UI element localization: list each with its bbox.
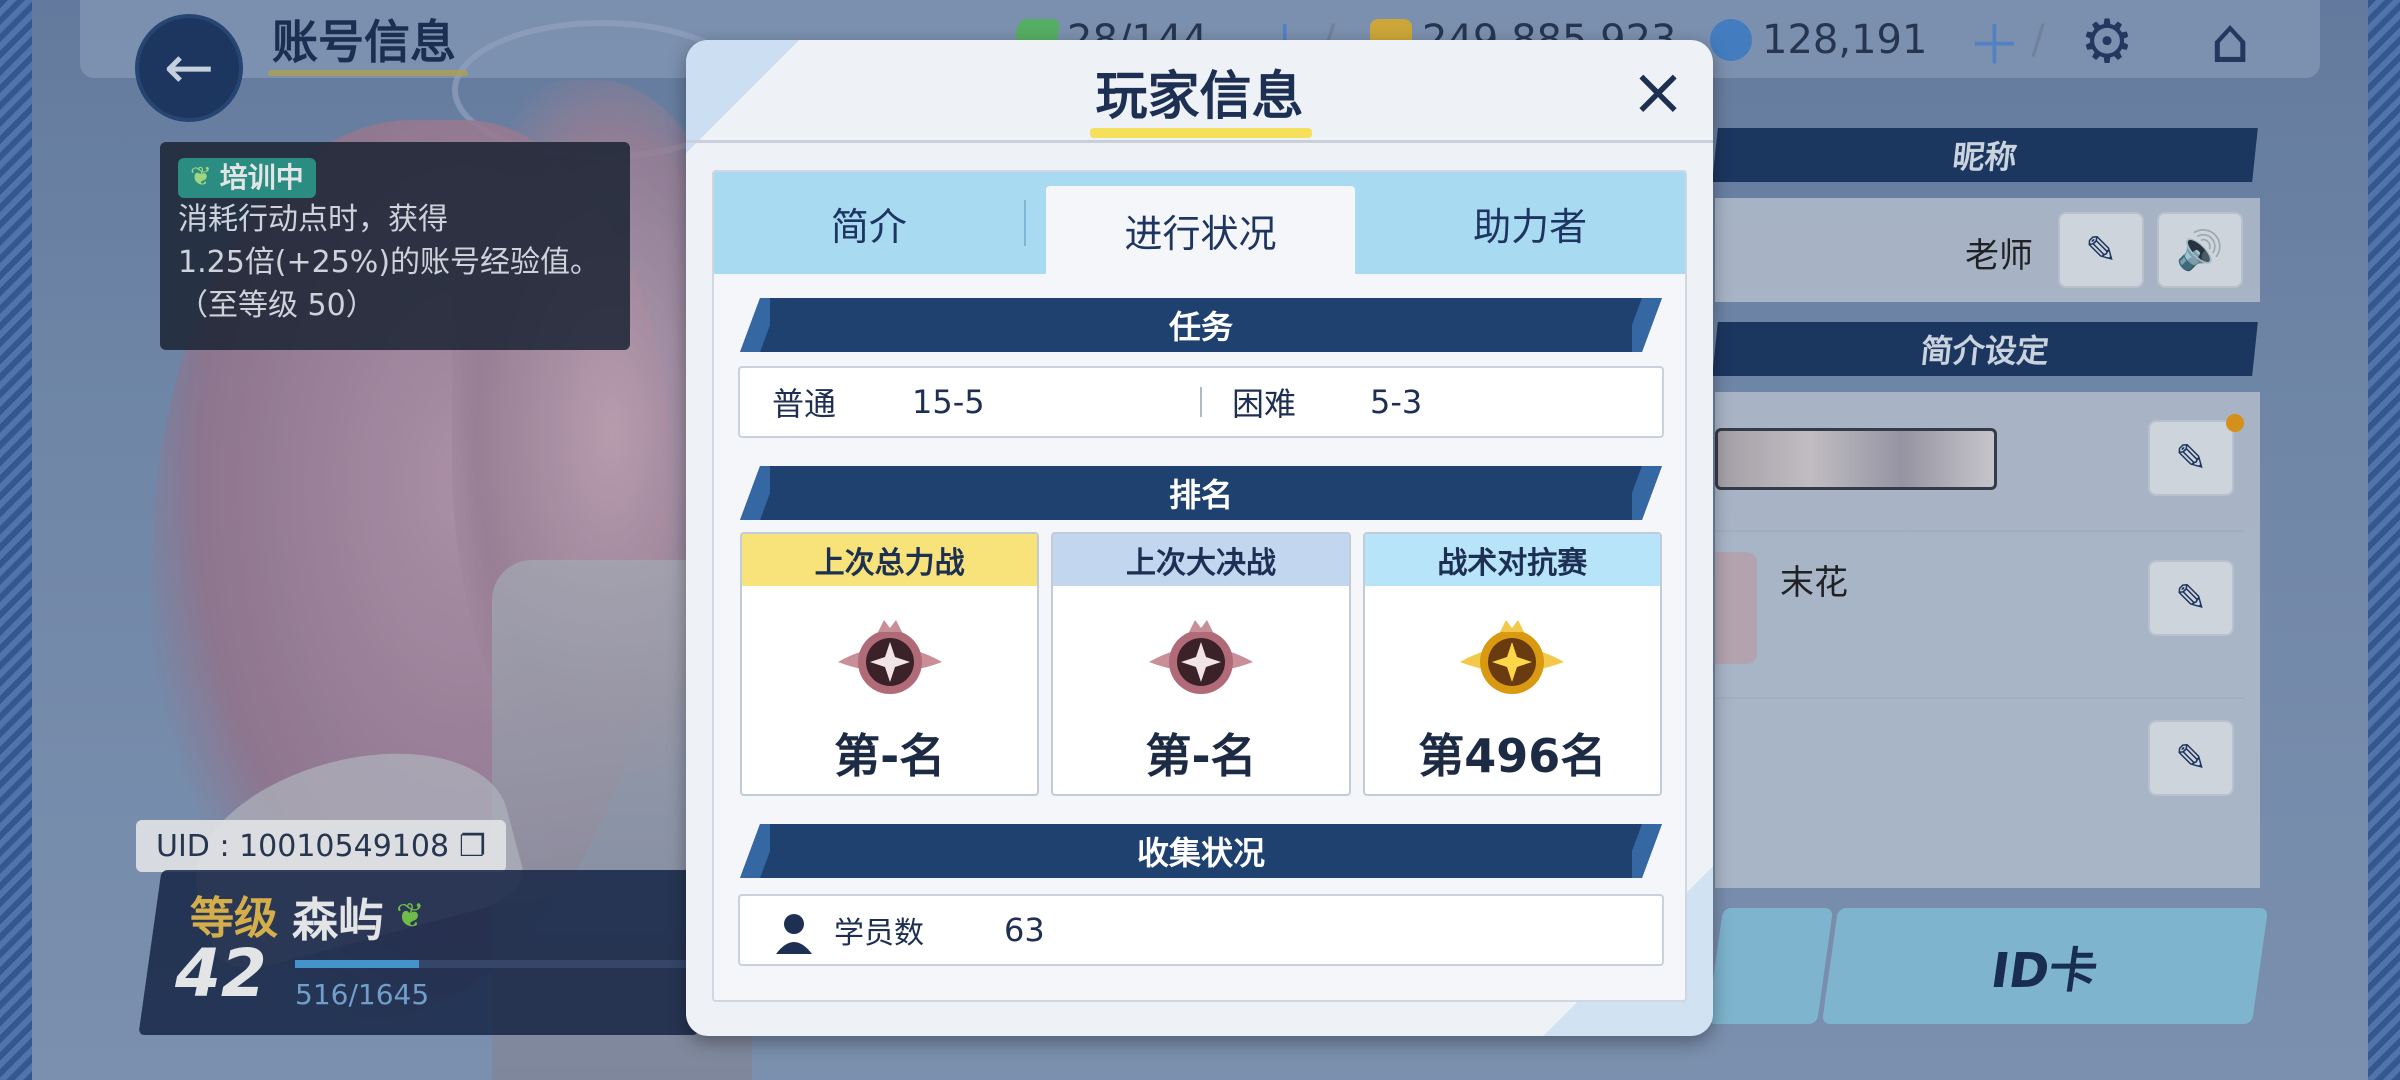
tab-profile[interactable]: 简介: [714, 172, 1024, 274]
tab-bar: 简介 进行状况 助力者: [714, 172, 1685, 274]
rank-card-total-assault: 上次总力战 第-名: [740, 532, 1040, 796]
rank-card-title: 上次大决战: [1053, 534, 1349, 586]
gold-medal-icon: [1460, 620, 1565, 694]
close-icon: ×: [1630, 53, 1686, 130]
rank-card-grand-assault: 上次大决战 第-名: [1051, 532, 1351, 796]
students-value: 63: [1004, 911, 1045, 949]
ranking-header: 排名: [740, 466, 1662, 520]
tab-progress[interactable]: 进行状况: [1045, 186, 1356, 274]
ranking-header-label: 排名: [1168, 476, 1233, 514]
silver-medal-icon: [1148, 620, 1253, 694]
close-button[interactable]: ×: [1626, 59, 1690, 126]
mission-row: 普通 15-5 困难 5-3: [738, 366, 1664, 438]
player-info-modal: 玩家信息 × 简介 进行状况 助力者 任务 普通 15-5 困难 5-3 排名 …: [686, 40, 1713, 1036]
rank-value: 第496名: [1418, 729, 1607, 783]
mission-header-label: 任务: [1168, 308, 1233, 346]
collection-header-label: 收集状况: [1136, 834, 1265, 872]
hard-value: 5-3: [1370, 383, 1423, 421]
silver-medal-icon: [837, 620, 942, 694]
rank-card-title: 上次总力战: [742, 534, 1038, 586]
normal-value: 15-5: [912, 383, 985, 421]
rank-value: 第-名: [834, 729, 946, 783]
ranking-cards: 上次总力战 第-名 上次大决战 第-名 战术对抗赛 第496名: [740, 532, 1662, 796]
modal-content: 简介 进行状况 助力者 任务 普通 15-5 困难 5-3 排名 上次总力战 第…: [712, 170, 1687, 1002]
rank-value: 第-名: [1145, 729, 1257, 783]
modal-title-underline: [1090, 128, 1312, 138]
modal-divider: [686, 140, 1713, 143]
rank-card-tactical-challenge: 战术对抗赛 第496名: [1362, 532, 1662, 796]
collection-header: 收集状况: [740, 824, 1662, 878]
collection-row: 学员数 63: [738, 894, 1664, 966]
hard-label: 困难: [1232, 385, 1297, 423]
tab-supporters[interactable]: 助力者: [1375, 172, 1685, 274]
modal-title: 玩家信息: [1095, 67, 1304, 127]
mission-header: 任务: [740, 298, 1662, 352]
students-label: 学员数: [834, 916, 924, 951]
divider: [1200, 387, 1202, 417]
rank-card-title: 战术对抗赛: [1364, 534, 1660, 586]
normal-label: 普通: [772, 385, 837, 423]
student-icon: [776, 914, 812, 954]
tab-separator: [1023, 200, 1026, 246]
